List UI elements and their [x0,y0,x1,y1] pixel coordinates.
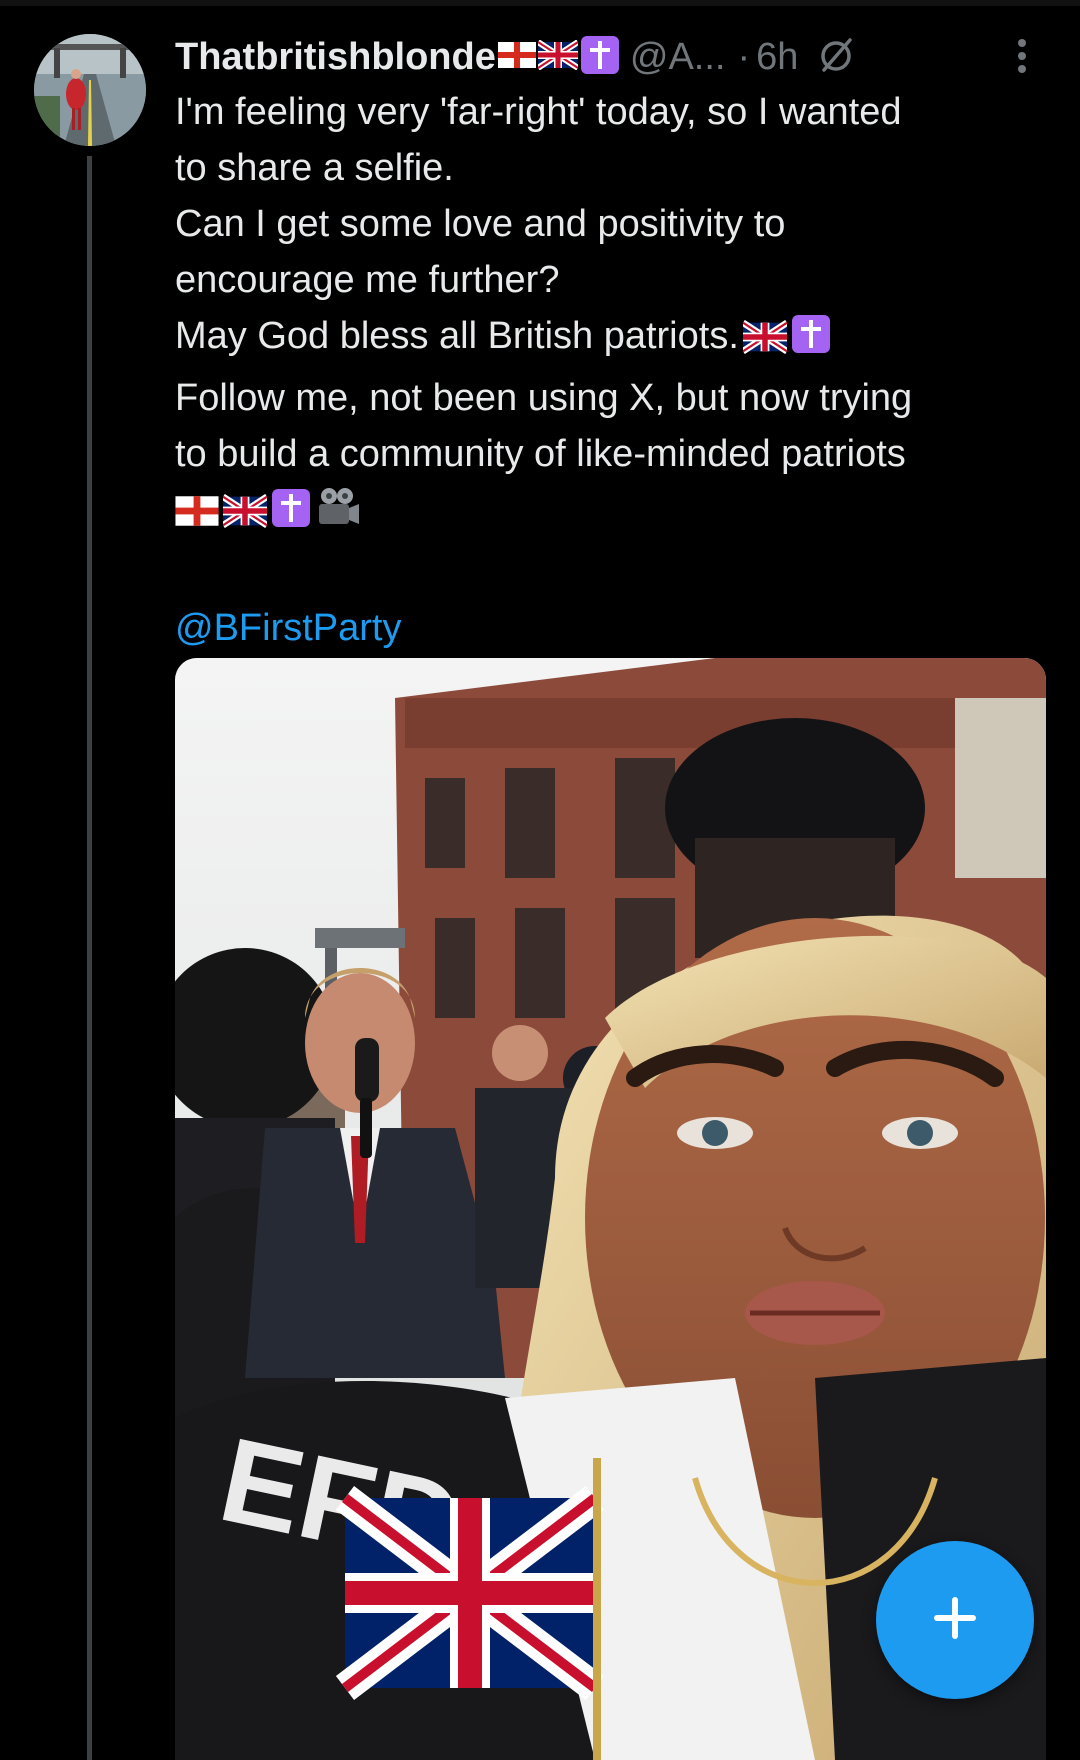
tweet-line: I'm feeling very 'far-right' today, so I… [175,91,902,133]
top-divider [0,0,1080,6]
uk-flag-icon [221,488,269,544]
tweet-text: I'm feeling very 'far-right' today, so I… [175,84,1055,656]
separator-dot: · [737,35,751,78]
tweet-line: encourage me further? [175,259,560,301]
user-handle[interactable]: @A... [630,36,726,79]
latin-cross-icon [791,314,831,370]
tweet-line: Follow me, not been using X, but now try… [175,377,913,419]
england-flag-icon [175,488,219,544]
tweet-line-with-emoji: May God bless all British patriots. [175,308,1055,370]
tweet-header: Thatbritishblonde @A... · 6h [175,30,1045,84]
compose-button[interactable] [876,1541,1034,1699]
tweet-line: May God bless all British patriots. [175,315,739,357]
tweet-line: Can I get some love and positivity to [175,203,786,245]
tweet-line: to build a community of like-minded patr… [175,433,906,475]
latin-cross-icon [271,488,311,544]
grok-slash-icon[interactable] [816,35,856,80]
tweet-line: to share a selfie. [175,147,454,189]
avatar[interactable] [34,34,146,146]
latin-cross-icon [580,35,620,80]
thread-line [87,156,92,1760]
mention-link[interactable]: @BFirstParty [175,600,1055,656]
emoji-row [175,482,1055,544]
uk-flag-icon [741,314,789,370]
england-flag-icon [497,40,536,75]
display-name[interactable]: Thatbritishblonde [175,36,496,79]
uk-flag-icon [536,38,580,75]
timestamp[interactable]: 6h [756,36,798,79]
more-vertical-icon[interactable] [1007,34,1037,80]
film-projector-icon [315,486,361,544]
plus-icon [928,1591,982,1650]
